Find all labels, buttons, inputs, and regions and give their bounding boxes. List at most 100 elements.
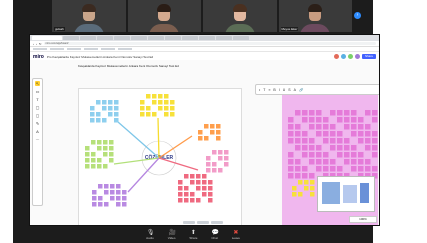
format-tool[interactable]: ≡: [268, 88, 270, 92]
toolbar-tool[interactable]: ⋯: [35, 137, 40, 142]
sticky-note: [302, 152, 308, 158]
browser-tab[interactable]: [32, 36, 62, 40]
sticky-note: [208, 192, 213, 197]
collaborator-bar: Share: [333, 54, 376, 59]
format-tool[interactable]: •: [259, 88, 260, 92]
sticky-note: [97, 140, 102, 145]
minimap-block: [322, 182, 340, 204]
sticky-note: [351, 117, 357, 123]
minimap[interactable]: [317, 176, 375, 212]
sticky-note: [224, 156, 229, 161]
browser-tab[interactable]: [182, 36, 198, 40]
participant-tile[interactable]: [203, 0, 277, 32]
toolbar-tool[interactable]: T: [35, 97, 40, 102]
sticky-note: [218, 168, 223, 173]
toolbar-tool[interactable]: ▭: [35, 89, 40, 94]
meeting-controls: 🎙 Audio 🎥 Video ⬆ Share 💬 Chat ✖ Leave: [13, 226, 373, 243]
toolbar-tool[interactable]: ↖: [35, 81, 40, 86]
browser-tab[interactable]: [148, 36, 164, 40]
sticky-note: [316, 145, 322, 151]
format-tool[interactable]: B: [273, 88, 275, 92]
sticky-note: [316, 110, 322, 116]
sticky-note: [208, 186, 213, 191]
sticky-note: [196, 186, 201, 191]
sticky-note: [152, 100, 157, 105]
sticky-note: [358, 124, 364, 130]
sticky-note: [91, 164, 96, 169]
sticky-note: [178, 198, 183, 203]
avatar[interactable]: [340, 54, 346, 59]
sticky-note: [206, 162, 211, 167]
toolbar-tool[interactable]: ◻: [35, 113, 40, 118]
sticky-note: [202, 186, 207, 191]
bookmark[interactable]: [84, 48, 98, 50]
reload-icon[interactable]: ↻: [39, 42, 42, 46]
control-video[interactable]: 🎥 Video: [168, 230, 176, 240]
share-button[interactable]: Share: [361, 54, 376, 59]
avatar[interactable]: [333, 54, 339, 59]
back-icon[interactable]: ‹: [33, 42, 34, 46]
zoom-level[interactable]: 100%: [349, 216, 377, 223]
control-label: Leave: [231, 235, 240, 240]
participant-tile[interactable]: gulsah: [52, 0, 126, 32]
format-tool[interactable]: A: [294, 88, 296, 92]
toolbar-tool[interactable]: A: [35, 129, 40, 134]
sticky-note: [365, 138, 371, 144]
sticky-note: [190, 174, 195, 179]
sticky-note: [103, 146, 108, 151]
sticky-note: [202, 192, 207, 197]
format-tool[interactable]: U: [283, 88, 286, 92]
bookmark[interactable]: [101, 48, 115, 50]
browser-tab[interactable]: [131, 36, 147, 40]
control-share[interactable]: ⬆ Share: [189, 230, 197, 240]
board-tab[interactable]: [197, 221, 209, 224]
format-tool[interactable]: T: [263, 88, 265, 92]
bookmark[interactable]: [67, 48, 81, 50]
sticky-note: [140, 100, 145, 105]
sticky-note: [90, 118, 95, 123]
sticky-note: [204, 124, 209, 129]
control-chat[interactable]: 💬 Chat: [211, 230, 219, 240]
toolbar-tool[interactable]: ✎: [35, 121, 40, 126]
format-tool[interactable]: I: [279, 88, 280, 92]
browser-tab[interactable]: [114, 36, 130, 40]
url-input[interactable]: miro.com/app/board/: [43, 42, 376, 45]
toolbar-tool[interactable]: ▢: [35, 105, 40, 110]
sticky-note: [98, 196, 103, 201]
control-leave[interactable]: ✖ Leave: [232, 230, 240, 240]
format-tool[interactable]: 🔗: [299, 88, 303, 92]
sticky-note: [85, 146, 90, 151]
miro-canvas[interactable]: Kavşaklarda Kayıtsız Mukavemetlerin Anka…: [30, 60, 379, 225]
sticky-note: [204, 136, 209, 141]
browser-tab[interactable]: [80, 36, 96, 40]
browser-tab[interactable]: [165, 36, 181, 40]
sticky-note: [358, 117, 364, 123]
control-audio[interactable]: 🎙 Audio: [146, 230, 154, 240]
sticky-note: [103, 140, 108, 145]
browser-tab[interactable]: [233, 36, 249, 40]
sticky-note: [365, 145, 371, 151]
avatar[interactable]: [347, 54, 353, 59]
sticky-note: [96, 118, 101, 123]
text-format-toolbar: • T ≡ B I U S A 🔗: [255, 84, 379, 95]
browser-tab[interactable]: [97, 36, 113, 40]
sticky-note: [323, 117, 329, 123]
forward-icon[interactable]: ›: [36, 42, 37, 46]
board-tab[interactable]: [211, 221, 223, 224]
bookmark[interactable]: [33, 48, 47, 50]
gallery-next-icon[interactable]: ›: [354, 12, 361, 19]
sticky-note: [122, 190, 127, 195]
sticky-note: [96, 100, 101, 105]
format-tool[interactable]: S: [288, 88, 290, 92]
avatar[interactable]: [354, 54, 360, 59]
bookmark[interactable]: [118, 48, 132, 50]
board-tab[interactable]: [183, 221, 195, 224]
browser-tab[interactable]: [216, 36, 232, 40]
board-title[interactable]: Pro Kavşaklarda Kayıtsız Mukavemetlerin …: [47, 55, 153, 59]
browser-tab[interactable]: [63, 36, 79, 40]
participant-tile[interactable]: Meyve Eker: [278, 0, 352, 32]
bookmark[interactable]: [50, 48, 64, 50]
sticky-note: [102, 106, 107, 111]
participant-tile[interactable]: [127, 0, 201, 32]
browser-tab[interactable]: [199, 36, 215, 40]
